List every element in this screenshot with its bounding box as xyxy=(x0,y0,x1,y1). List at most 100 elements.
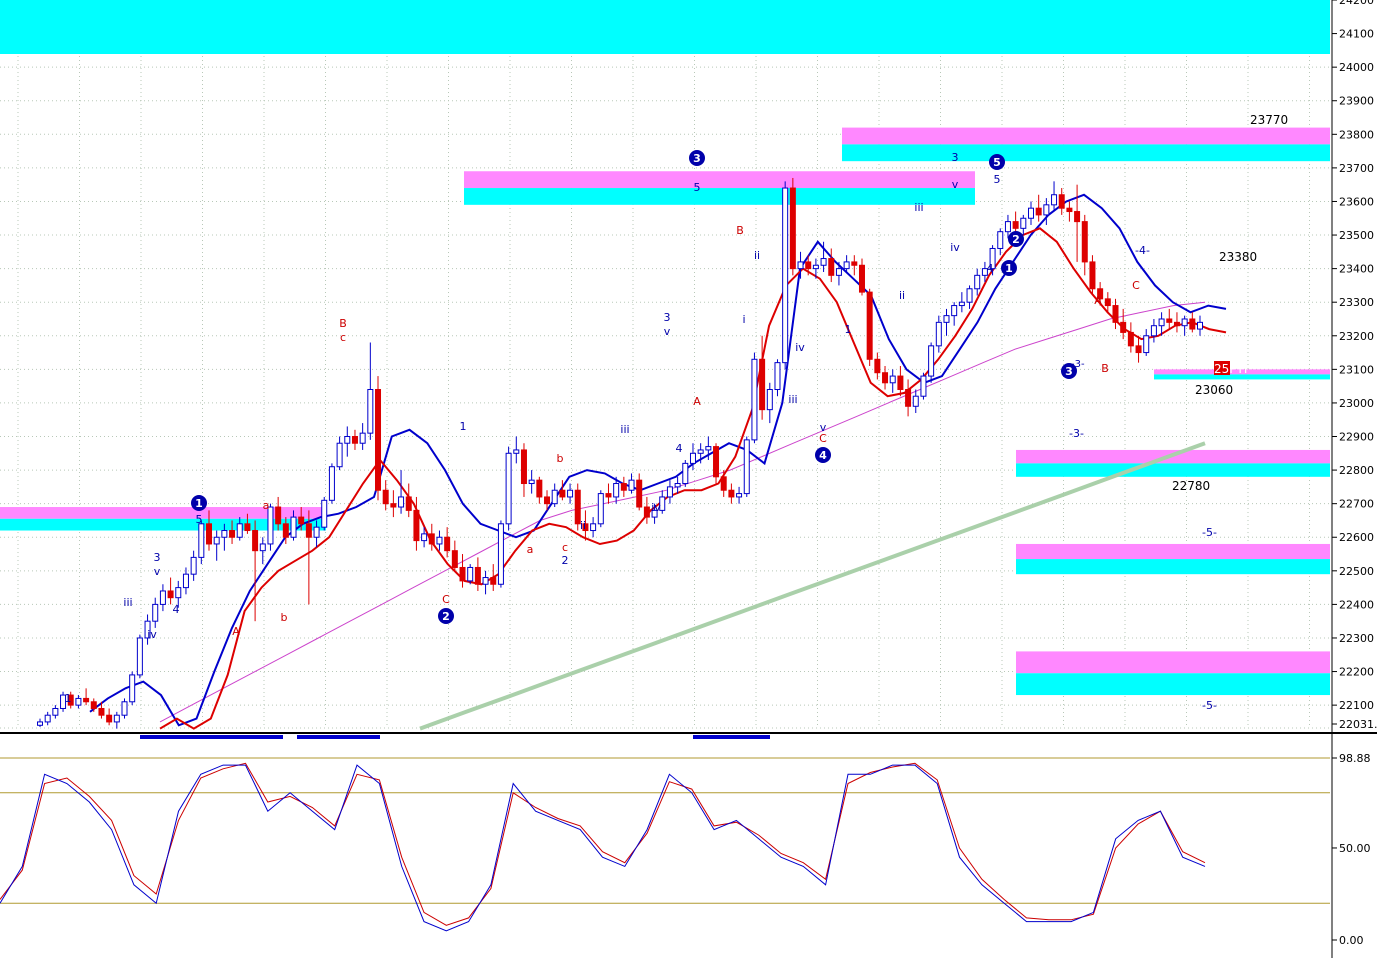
candle-body xyxy=(536,479,543,498)
candle-body xyxy=(812,264,819,270)
candle-body xyxy=(359,432,366,444)
candle xyxy=(129,671,136,706)
candle-body xyxy=(459,566,466,582)
zone-magenta xyxy=(842,127,1330,145)
candle-body xyxy=(98,707,105,716)
svg-text:1: 1 xyxy=(195,497,203,510)
wave-label-3a: 3 xyxy=(154,551,161,564)
zone-cyan xyxy=(464,188,975,205)
candle-body xyxy=(1135,345,1142,354)
candle xyxy=(920,372,927,400)
wave-label-3b: 3 xyxy=(664,311,671,324)
zone-cyan xyxy=(1016,559,1330,575)
wave-label-ii-b: ii xyxy=(580,519,586,532)
candle-body xyxy=(290,516,297,538)
wave-circle-5: 5 xyxy=(989,154,1005,170)
svg-text:5: 5 xyxy=(993,156,1001,169)
zone-magenta xyxy=(1016,651,1330,674)
wave-label-iii-d: iii xyxy=(914,201,923,214)
candle-body xyxy=(1181,318,1188,327)
candle-body xyxy=(782,187,789,364)
wave-label-iii-b: iii xyxy=(620,423,629,436)
price-tick-label: 23100 xyxy=(1339,363,1374,376)
candle-body xyxy=(605,493,612,498)
wave-label-red-a-b: a xyxy=(527,543,534,556)
candle-body xyxy=(643,506,650,518)
svg-text:2: 2 xyxy=(1012,233,1020,246)
candle-body xyxy=(1035,207,1042,216)
candle xyxy=(198,520,205,565)
candle-body xyxy=(974,274,981,290)
price-tick-label: 23600 xyxy=(1339,195,1374,208)
candle-body xyxy=(513,449,520,454)
price-tick-label: 23300 xyxy=(1339,296,1374,309)
wave-label-ii-c: ii xyxy=(754,249,760,262)
candle-body xyxy=(889,375,896,384)
candle-body xyxy=(851,261,858,266)
candle-body xyxy=(1104,298,1111,307)
svg-text:3: 3 xyxy=(693,152,701,165)
candle-body xyxy=(858,264,865,293)
zone-magenta xyxy=(464,171,975,189)
candle-body xyxy=(390,503,397,508)
candle-body xyxy=(520,449,527,485)
svg-text:3: 3 xyxy=(1065,365,1073,378)
price-tick-label: 24000 xyxy=(1339,61,1374,74)
candle-body xyxy=(336,442,343,468)
candle-body xyxy=(905,389,912,407)
candle-body xyxy=(1166,318,1173,323)
candle-body xyxy=(436,536,443,545)
wave-label-red-c-a: c xyxy=(340,331,346,344)
candle-body xyxy=(259,543,266,552)
wave-label-iii-a: iii xyxy=(123,596,132,609)
candle-body xyxy=(236,523,243,538)
candle-body xyxy=(1012,221,1019,229)
candle-body xyxy=(413,509,420,542)
price-tick-label: 22700 xyxy=(1339,498,1374,511)
wave-label-iv-b: iv xyxy=(651,501,661,514)
wave-label-1b: 1 xyxy=(460,420,467,433)
candle xyxy=(597,490,604,528)
candle-body xyxy=(528,479,535,485)
candle-body xyxy=(720,476,727,491)
candle-body xyxy=(1173,321,1180,327)
candle-body xyxy=(1120,321,1127,333)
candle xyxy=(789,177,796,276)
candle-body xyxy=(590,523,597,532)
wave-label-red-a-a: a xyxy=(263,499,270,512)
candle-body xyxy=(182,573,189,589)
candle-body xyxy=(113,714,120,723)
wave-label-5b: 5 xyxy=(694,181,701,194)
wave-label-4c: 4 xyxy=(987,262,994,275)
candle-body xyxy=(52,707,59,716)
candle-body xyxy=(1027,207,1034,219)
candle-body xyxy=(613,483,620,498)
price-tick-label: 22500 xyxy=(1339,565,1374,578)
candle-body xyxy=(920,375,927,397)
candle-body xyxy=(428,533,435,545)
price-tick-label: 22100 xyxy=(1339,699,1374,712)
candle-body xyxy=(252,530,259,552)
candle-body xyxy=(198,523,205,558)
candle-body xyxy=(1089,261,1096,290)
zone-cyan xyxy=(1016,463,1330,477)
candle-body xyxy=(106,714,113,723)
candle-body xyxy=(1127,331,1134,347)
zone-top-bar xyxy=(0,0,1330,54)
candle-body xyxy=(1043,204,1050,216)
candle-body xyxy=(1058,194,1065,209)
wave-label-red-C-a: C xyxy=(442,593,450,606)
candle-body xyxy=(697,449,704,454)
candle-body xyxy=(321,499,328,528)
price-tick-label: 23500 xyxy=(1339,229,1374,242)
candle-body xyxy=(313,526,320,538)
candle-body xyxy=(497,523,504,585)
candle xyxy=(782,181,789,370)
candle-body xyxy=(167,590,174,599)
candle-body xyxy=(244,523,251,532)
candle-body xyxy=(382,489,389,505)
candle-body xyxy=(152,603,159,622)
wave-circle-1: 1 xyxy=(191,495,207,511)
candle-body xyxy=(805,261,812,270)
candle xyxy=(505,446,512,531)
